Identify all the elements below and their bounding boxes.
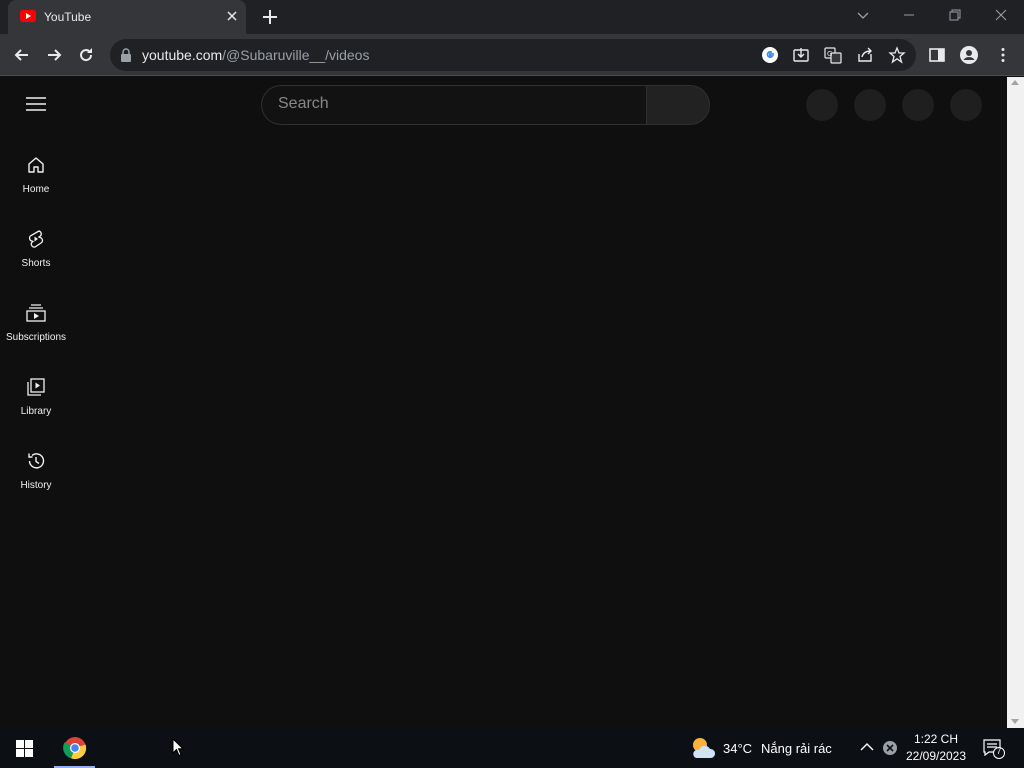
- scroll-up-icon[interactable]: [1011, 80, 1019, 85]
- url-host: youtube.com: [142, 47, 223, 63]
- nav-item-label: History: [20, 480, 52, 491]
- loading-placeholder-icon: [806, 89, 838, 121]
- reload-icon[interactable]: [76, 45, 96, 65]
- mouse-cursor-icon: [172, 738, 184, 757]
- nav-item-label: Subscriptions: [5, 332, 67, 343]
- google-lens-icon[interactable]: [761, 46, 779, 64]
- lock-icon[interactable]: [120, 48, 132, 62]
- clock-date: 22/09/2023: [905, 749, 967, 763]
- home-icon: [28, 157, 44, 173]
- install-app-icon[interactable]: [792, 46, 810, 64]
- shorts-icon: [28, 230, 44, 248]
- loading-placeholder-icon: [854, 89, 886, 121]
- nav-item-label: Home: [22, 184, 50, 195]
- profile-icon[interactable]: [960, 46, 978, 64]
- nav-item-label: Shorts: [21, 258, 51, 269]
- subscriptions-icon: [26, 304, 46, 322]
- library-icon: [27, 378, 45, 396]
- browser-titlebar: YouTube: [0, 0, 1024, 34]
- address-bar[interactable]: youtube.com/@Subaruville__/videos G: [110, 39, 916, 71]
- loading-placeholder-icon: [950, 89, 982, 121]
- youtube-favicon-icon: [20, 10, 36, 22]
- restore-icon[interactable]: [947, 7, 963, 23]
- tab-close-icon[interactable]: [225, 9, 239, 23]
- nav-item-library[interactable]: Library: [0, 377, 72, 451]
- svg-text:G: G: [827, 50, 832, 58]
- chrome-icon[interactable]: [63, 736, 87, 760]
- close-window-icon[interactable]: [993, 7, 1009, 23]
- history-icon: [28, 453, 45, 469]
- page-scrollbar[interactable]: [1007, 77, 1024, 728]
- search-box: [261, 85, 647, 125]
- bookmark-star-icon[interactable]: [888, 46, 906, 64]
- nav-item-home[interactable]: Home: [0, 155, 72, 229]
- youtube-page: Home Shorts Subscriptions Library Histor…: [0, 77, 1007, 728]
- network-disconnected-icon[interactable]: [882, 740, 898, 756]
- clock-time: 1:22 CH: [913, 732, 959, 746]
- notification-count: 7: [996, 746, 1002, 756]
- windows-start-icon[interactable]: [16, 740, 33, 757]
- back-icon[interactable]: [12, 45, 32, 65]
- url-text[interactable]: youtube.com/@Subaruville__/videos: [142, 47, 369, 63]
- weather-temperature: 34°C: [723, 741, 753, 756]
- browser-tab[interactable]: YouTube: [8, 0, 246, 34]
- chevron-up-icon[interactable]: [860, 742, 874, 752]
- loading-placeholder-icon: [902, 89, 934, 121]
- search-button[interactable]: [646, 85, 710, 125]
- windows-taskbar: 34°C Nắng rải rác 1:22 CH 22/09/2023 7: [0, 728, 1024, 768]
- share-icon[interactable]: [856, 46, 874, 64]
- new-tab-icon[interactable]: [260, 7, 280, 27]
- nav-item-history[interactable]: History: [0, 451, 72, 525]
- browser-toolbar: youtube.com/@Subaruville__/videos G: [0, 34, 1024, 76]
- menu-dots-icon[interactable]: [994, 46, 1012, 64]
- partly-sunny-icon: [693, 738, 716, 758]
- nav-item-label: Library: [20, 406, 52, 417]
- nav-item-shorts[interactable]: Shorts: [0, 229, 72, 303]
- url-path: /@Subaruville__/videos: [222, 47, 370, 63]
- nav-item-subscriptions[interactable]: Subscriptions: [0, 303, 72, 377]
- tab-search-chevron-icon[interactable]: [855, 7, 871, 23]
- system-clock[interactable]: 1:22 CH 22/09/2023: [900, 731, 972, 765]
- forward-icon[interactable]: [44, 45, 64, 65]
- hamburger-menu-icon[interactable]: [26, 97, 46, 111]
- translate-icon[interactable]: G: [824, 46, 842, 64]
- search-input[interactable]: [278, 95, 628, 113]
- scroll-down-icon[interactable]: [1011, 719, 1019, 724]
- minimize-icon[interactable]: [901, 7, 917, 23]
- weather-description: Nắng rải rác: [761, 741, 832, 756]
- side-panel-icon[interactable]: [928, 46, 946, 64]
- tab-title: YouTube: [44, 10, 92, 24]
